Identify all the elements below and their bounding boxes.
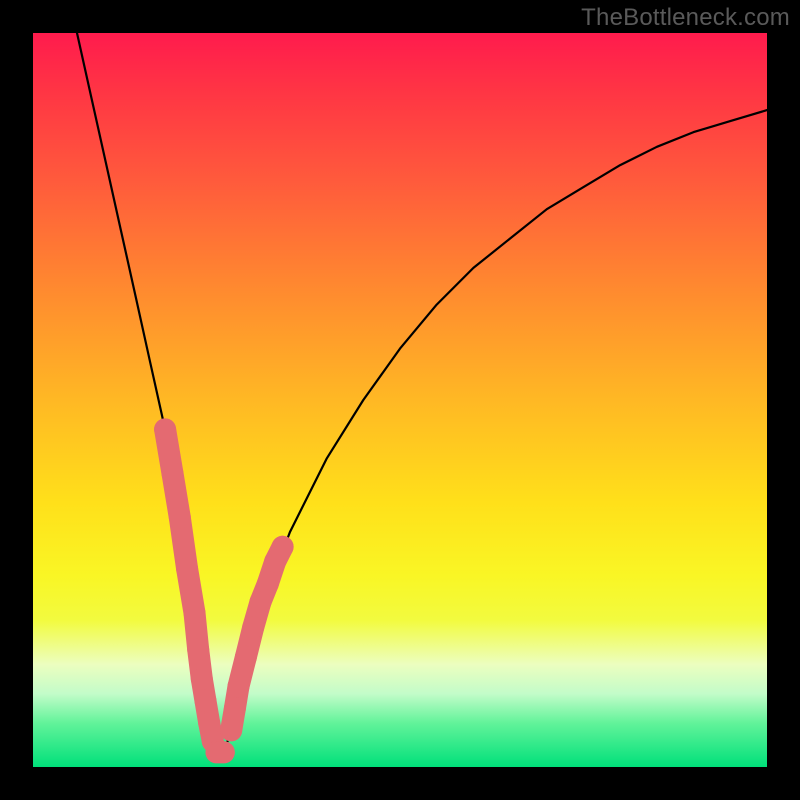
marker-right-dot-1 [224, 697, 246, 719]
marker-right-dot-8 [272, 536, 294, 558]
marker-left-dot-2 [169, 506, 191, 528]
marker-right-dot-6 [257, 573, 279, 595]
marker-right-dot-0 [220, 719, 242, 741]
marker-bottom-dot-2 [213, 741, 235, 763]
marker-left-dot-3 [176, 558, 198, 580]
marker-layer [154, 418, 294, 763]
marker-left-dot-7 [195, 690, 217, 712]
marker-right-dot-2 [228, 675, 250, 697]
chart-svg [33, 33, 767, 767]
marker-left-dot-8 [198, 712, 220, 734]
watermark-text: TheBottleneck.com [581, 4, 790, 32]
marker-left-dot-0 [154, 418, 176, 440]
plot-area [33, 33, 767, 767]
chart-frame: TheBottleneck.com [0, 0, 800, 800]
marker-left-dot-6 [191, 668, 213, 690]
marker-left-dot-4 [184, 602, 206, 624]
marker-right-dot-3 [235, 646, 257, 668]
marker-right-dot-4 [242, 617, 264, 639]
marker-left-dot-1 [162, 462, 184, 484]
curve-layer [77, 33, 767, 752]
marker-left-dot-5 [187, 639, 209, 661]
bottleneck-curve [77, 33, 767, 752]
